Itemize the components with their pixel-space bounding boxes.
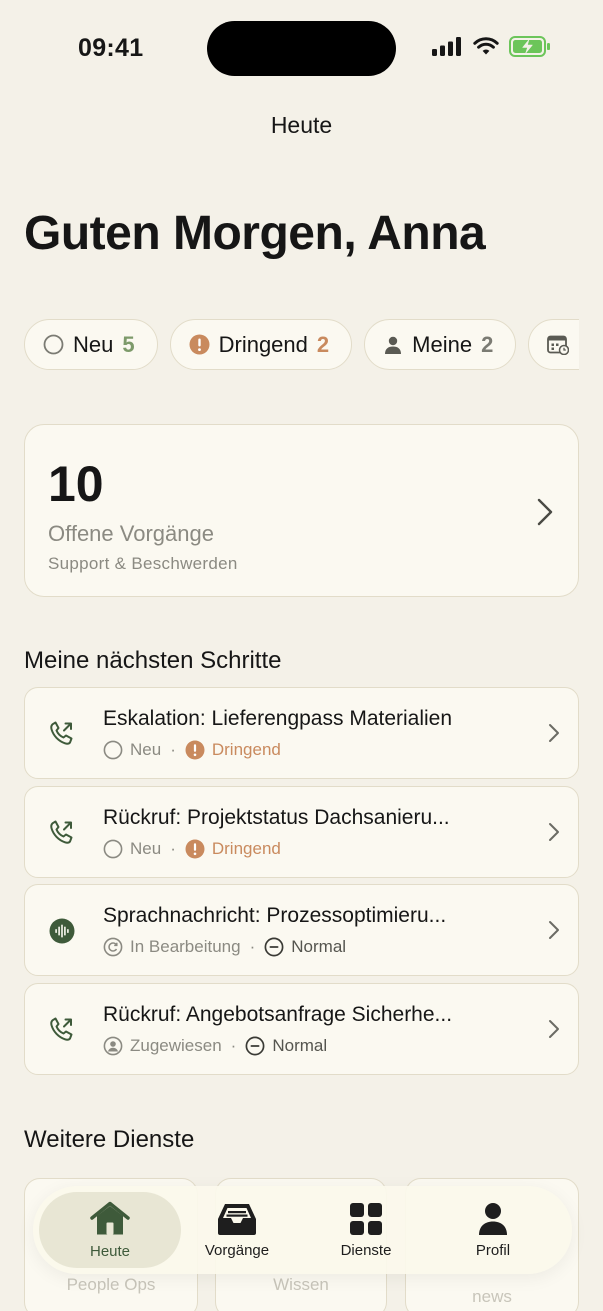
service-card-label: Wissen (273, 1275, 329, 1294)
signal-icon (432, 37, 461, 56)
phone-outgoing-icon (50, 820, 73, 844)
chevron-right-icon (549, 823, 559, 841)
status-text: In Bearbeitung (130, 937, 241, 956)
chip-label: H (578, 332, 579, 358)
chip-meine[interactable]: Meine 2 (364, 319, 517, 370)
minus-circle-icon (245, 1036, 265, 1056)
tab-bar: Heute Vorgänge Dienste Profil (33, 1186, 572, 1274)
next-steps-heading: Meine nächsten Schritte (24, 647, 282, 674)
tab-label: Vorgänge (204, 1241, 270, 1259)
status-time: 09:41 (78, 34, 144, 62)
tab-heute[interactable]: Heute (39, 1192, 181, 1268)
circle-outline-icon (43, 334, 64, 355)
person-circle-icon (103, 1036, 123, 1056)
open-cases-card[interactable]: 10 Offene Vorgänge Support & Beschwerden (24, 424, 579, 597)
service-card-label: People Ops (66, 1275, 156, 1294)
priority-text: Normal (291, 937, 347, 956)
priority-text: Dringend (211, 740, 281, 759)
status-text: Neu (130, 839, 162, 858)
task-title: Rückruf: Angebotsanfrage Sicherhe... (103, 1003, 453, 1026)
minus-circle-icon (264, 937, 284, 957)
person-icon (385, 336, 402, 354)
task-item[interactable]: Eskalation: Lieferengpass Materialien Ne… (24, 687, 579, 779)
open-cases-label: Offene Vorgänge (48, 521, 214, 546)
chip-label: Neu (73, 331, 114, 357)
status-text: Neu (130, 740, 162, 759)
tab-label: Profil (475, 1241, 511, 1259)
exclamation-circle-icon (185, 740, 205, 760)
chip-count: 2 (316, 331, 330, 357)
chip-neu[interactable]: Neu 5 (24, 319, 158, 370)
exclamation-circle-icon (185, 839, 205, 859)
dynamic-island (207, 21, 396, 76)
tab-label: Dienste (340, 1241, 392, 1259)
chevron-right-icon (549, 921, 559, 939)
chip-count: 2 (481, 331, 494, 357)
open-cases-sublabel: Support & Beschwerden (48, 554, 238, 573)
wifi-icon (473, 37, 499, 55)
circle-outline-icon (103, 839, 123, 859)
open-cases-count: 10 (48, 456, 104, 512)
in-progress-icon (103, 937, 123, 957)
task-title: Sprachnachricht: Prozessoptimieru... (103, 904, 447, 927)
circle-outline-icon (103, 740, 123, 760)
page-title: Heute (270, 112, 333, 138)
calendar-icon (547, 335, 570, 355)
greeting-heading: Guten Morgen, Anna (24, 207, 486, 260)
grid-icon (350, 1202, 382, 1235)
filter-chips: Neu 5 Dringend 2 Meine 2 H (24, 319, 579, 371)
chevron-right-icon (549, 724, 559, 742)
priority-text: Dringend (211, 839, 281, 858)
house-icon (90, 1201, 130, 1234)
task-meta: In Bearbeitung · Normal (103, 937, 346, 957)
task-meta: Neu · Dringend (103, 740, 281, 760)
chip-count: 5 (122, 331, 135, 357)
chip-label: Dringend (218, 331, 308, 357)
status-icons (432, 36, 551, 57)
chip-calendar[interactable]: H (528, 319, 579, 370)
chevron-right-icon (549, 1020, 559, 1038)
more-services-heading: Weitere Dienste (24, 1126, 195, 1153)
exclamation-circle-icon (189, 334, 210, 355)
tab-vorgaenge[interactable]: Vorgänge (166, 1192, 308, 1268)
chip-label: Meine (412, 331, 473, 357)
person-icon (479, 1202, 507, 1235)
task-meta: Zugewiesen · Normal (103, 1036, 327, 1056)
tab-profil[interactable]: Profil (422, 1192, 564, 1268)
phone-outgoing-icon (50, 721, 73, 745)
chevron-right-icon (537, 498, 553, 526)
task-meta: Neu · Dringend (103, 839, 281, 859)
status-bar: 09:41 (0, 0, 603, 100)
task-item[interactable]: Sprachnachricht: Prozessoptimieru... In … (24, 884, 579, 976)
phone-outgoing-icon (50, 1017, 73, 1041)
inbox-tray-icon (218, 1203, 256, 1235)
task-title: Eskalation: Lieferengpass Materialien (103, 707, 453, 730)
task-title: Rückruf: Projektstatus Dachsanieru... (103, 806, 450, 829)
voice-message-icon (49, 918, 75, 944)
priority-text: Normal (272, 1036, 328, 1055)
task-item[interactable]: Rückruf: Angebotsanfrage Sicherhe... Zug… (24, 983, 579, 1075)
chip-dringend[interactable]: Dringend 2 (169, 319, 353, 370)
battery-charging-icon (509, 36, 550, 57)
service-card-label: news (472, 1287, 512, 1306)
tab-label: Heute (89, 1242, 131, 1260)
task-item[interactable]: Rückruf: Projektstatus Dachsanieru... Ne… (24, 786, 579, 878)
tab-dienste[interactable]: Dienste (295, 1192, 437, 1268)
status-text: Zugewiesen (130, 1036, 222, 1055)
